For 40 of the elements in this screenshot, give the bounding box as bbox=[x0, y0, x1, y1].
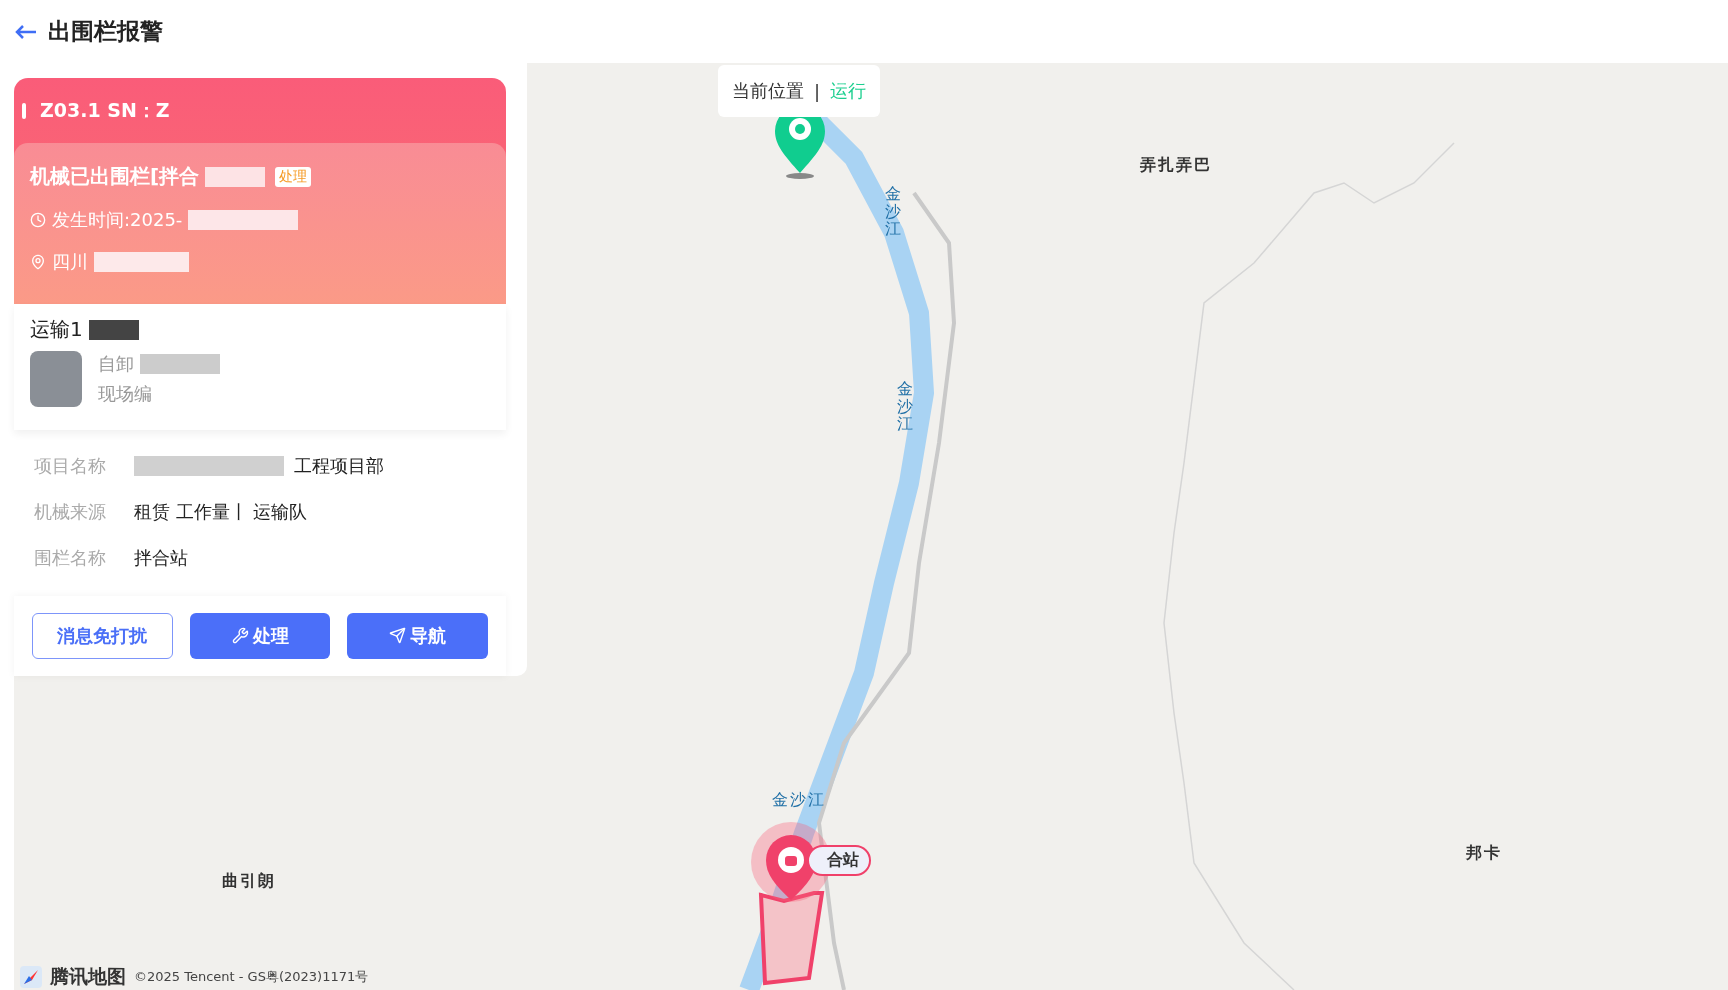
redaction-block bbox=[88, 319, 139, 340]
action-button[interactable]: 导航 bbox=[347, 612, 488, 659]
popup-label: 当前位置 bbox=[732, 79, 804, 103]
site-number: 现场编 bbox=[98, 382, 153, 406]
alarm-location: 四川 bbox=[52, 250, 88, 274]
info-label: 项目名称 bbox=[34, 453, 107, 478]
clock-icon bbox=[30, 212, 46, 228]
wrench-icon bbox=[231, 627, 249, 645]
map-logo-text: 腾讯地图 bbox=[50, 964, 126, 989]
page-title: 出围栏报警 bbox=[48, 17, 163, 46]
river-label: 金沙江 bbox=[897, 380, 913, 433]
info-value: 租赁 工作量丨 运输队 bbox=[134, 499, 308, 524]
map-copyright: ©2025 Tencent - GS粤(2023)1171号 bbox=[134, 968, 369, 986]
action-button[interactable]: 消息免打扰 bbox=[32, 612, 173, 659]
redaction-block bbox=[205, 166, 266, 187]
vehicle-name: 运输1 bbox=[30, 316, 83, 343]
river-label: 金沙江 bbox=[885, 185, 901, 238]
photo-placeholder bbox=[30, 351, 82, 407]
info-label: 围栏名称 bbox=[34, 545, 107, 570]
place-label: 曲引朗 bbox=[222, 871, 276, 892]
running-status: 运行 bbox=[830, 79, 867, 103]
back-arrow-icon[interactable] bbox=[14, 23, 38, 40]
map-logo-icon bbox=[20, 966, 42, 988]
info-value: 拌合站 bbox=[134, 545, 188, 570]
place-label: 邦卡 bbox=[1466, 843, 1502, 864]
popup-separator: | bbox=[814, 80, 821, 102]
fence-label: 合站 bbox=[807, 845, 871, 876]
bar-icon bbox=[22, 102, 26, 119]
location-icon bbox=[30, 254, 46, 270]
place-label: 弄扎弄巴 bbox=[1140, 155, 1212, 176]
info-value: 工程项目部 bbox=[294, 453, 384, 478]
alarm-time: 发生时间:2025- bbox=[52, 208, 183, 232]
alarm-message: 机械已出围栏[拌合 bbox=[30, 163, 200, 190]
vehicle-type: 自卸 bbox=[98, 352, 134, 376]
info-label: 机械来源 bbox=[34, 499, 107, 524]
send-icon bbox=[389, 627, 407, 645]
device-id: Z03.1 SN：Z bbox=[40, 97, 170, 123]
river-label: 金沙江 bbox=[772, 790, 826, 811]
status-badge: 处理 bbox=[275, 166, 312, 187]
action-button[interactable]: 处理 bbox=[189, 612, 331, 659]
